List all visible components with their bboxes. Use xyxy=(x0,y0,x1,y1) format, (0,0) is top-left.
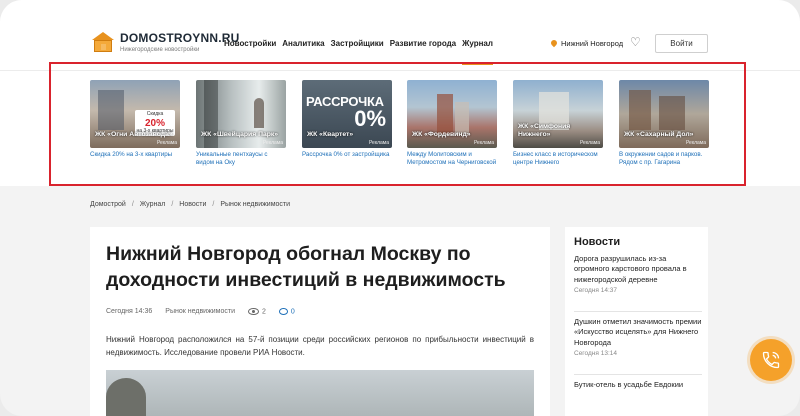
breadcrumb-journal[interactable]: Журнал xyxy=(140,201,166,208)
promo-card-caption[interactable]: Скидка 20% на 3-х квартиры xyxy=(90,151,180,159)
promo-card-image: ЖК «Фордевинд» Реклама xyxy=(407,80,497,148)
nav-item-novostroyki[interactable]: Новостройки xyxy=(224,39,276,48)
promo-card-fordevind[interactable]: ЖК «Фордевинд» Реклама Между Молитовским… xyxy=(407,80,497,168)
phone-icon xyxy=(762,351,780,369)
news-divider xyxy=(574,374,702,375)
breadcrumb: Домострой / Журнал / Новости / Рынок нед… xyxy=(90,201,290,208)
news-sidebar: Новости Дорога разрушилась из-за огромно… xyxy=(565,227,708,416)
comment-icon xyxy=(278,308,288,315)
promo-card-title: ЖК «Фордевинд» xyxy=(412,131,471,139)
promo-card-title: ЖК «Сахарный Дол» xyxy=(624,131,694,139)
call-button[interactable] xyxy=(750,339,792,381)
nav-item-city-development[interactable]: Развитие города xyxy=(390,39,456,48)
site-logo[interactable]: DOMOSTROYNN.RU Нижегородские новостройки xyxy=(92,32,239,53)
breadcrumb-news[interactable]: Новости xyxy=(179,201,206,208)
promo-card-simfoniya-nizhnego[interactable]: ЖК «Симфония Нижнего» Реклама Бизнес кла… xyxy=(513,80,603,168)
promo-card-title: ЖК «Квартет» xyxy=(307,131,354,139)
breadcrumb-current: Рынок недвижимости xyxy=(220,201,291,208)
breadcrumb-separator: / xyxy=(212,201,215,208)
promo-card-caption[interactable]: Между Молитовским и Метромостом на Черни… xyxy=(407,151,497,168)
article-title: Нижний Новгород обогнал Москву по доходн… xyxy=(106,243,506,291)
nav-item-journal[interactable]: Журнал xyxy=(462,39,493,65)
location-pin-icon xyxy=(551,40,557,48)
ad-label: Реклама xyxy=(685,140,706,146)
site-header: DOMOSTROYNN.RU Нижегородские новостройки… xyxy=(0,0,800,70)
promo-card-ogni-avtozavoda[interactable]: Скидка 20% на 3-х квартиры ЖК «Огни Авто… xyxy=(90,80,180,159)
news-item[interactable]: Бутик-отель в усадьбе Евдокии xyxy=(574,380,702,390)
promo-card-caption[interactable]: Бизнес класс в историческом центре Нижне… xyxy=(513,151,603,168)
promo-card-image: Скидка 20% на 3-х квартиры ЖК «Огни Авто… xyxy=(90,80,180,148)
logo-subtitle: Нижегородские новостройки xyxy=(120,47,200,53)
news-item-time: Сегодня 13:14 xyxy=(574,350,617,358)
article-category[interactable]: Рынок недвижимости xyxy=(165,308,235,315)
installment-value: 0% xyxy=(354,106,386,131)
promo-card-kvartet[interactable]: РАССРОЧКА 0% ЖК «Квартет» Реклама Рассро… xyxy=(302,80,392,159)
news-item[interactable]: Дорога разрушилась из-за огромного карст… xyxy=(574,254,702,296)
article-date: Сегодня 14:36 xyxy=(106,308,153,316)
promo-card-title: ЖК «Огни Автозавода» xyxy=(95,131,173,139)
promo-card-image: ЖК «Сахарный Дол» Реклама xyxy=(619,80,709,148)
breadcrumb-separator: / xyxy=(131,201,134,208)
article-image xyxy=(106,370,534,416)
article-lead: Нижний Новгород расположился на 57-й поз… xyxy=(106,335,534,357)
logo-title: DOMOSTROYNN.RU xyxy=(120,31,240,45)
ad-label: Реклама xyxy=(262,140,283,146)
promo-card-caption[interactable]: В окружении садов и парков. Рядом с пр. … xyxy=(619,151,709,168)
promo-card-caption[interactable]: Уникальные пентхаусы с видом на Оку xyxy=(196,151,286,168)
promo-card-image: ЖК «Симфония Нижнего» Реклама xyxy=(513,80,603,148)
breadcrumb-home[interactable]: Домострой xyxy=(90,201,126,208)
promo-card-caption[interactable]: Рассрочка 0% от застройщика xyxy=(302,151,392,159)
promo-card-sakharny-dol[interactable]: ЖК «Сахарный Дол» Реклама В окружении са… xyxy=(619,80,709,168)
article-comments[interactable]: 0 xyxy=(278,308,295,315)
news-heading: Новости xyxy=(574,236,621,248)
ad-label: Реклама xyxy=(156,140,177,146)
breadcrumb-separator: / xyxy=(171,201,174,208)
city-selector[interactable]: Нижний Новгород xyxy=(551,39,623,48)
house-logo-icon xyxy=(92,32,114,52)
page: DOMOSTROYNN.RU Нижегородские новостройки… xyxy=(0,0,800,416)
ad-label: Реклама xyxy=(579,140,600,146)
promo-card-title: ЖК «Швейцария Парк» xyxy=(201,131,279,139)
news-item[interactable]: Душкин отметил значимость премии «Искусс… xyxy=(574,317,702,359)
ad-label: Реклама xyxy=(473,140,494,146)
promo-card-shveytsariya-park[interactable]: ЖК «Швейцария Парк» Реклама Уникальные п… xyxy=(196,80,286,168)
news-item-time: Сегодня 14:37 xyxy=(574,287,617,295)
news-item-title: Бутик-отель в усадьбе Евдокии xyxy=(574,380,684,389)
ad-label: Реклама xyxy=(368,140,389,146)
article: Нижний Новгород обогнал Москву по доходн… xyxy=(90,227,550,416)
news-divider xyxy=(574,311,702,312)
eye-icon xyxy=(248,308,259,315)
promo-card-image: ЖК «Швейцария Парк» Реклама xyxy=(196,80,286,148)
heart-icon[interactable]: ♡ xyxy=(630,36,642,48)
login-button[interactable]: Войти xyxy=(655,34,708,53)
city-name: Нижний Новгород xyxy=(561,39,624,48)
news-item-title: Душкин отметил значимость премии «Искусс… xyxy=(574,317,702,347)
article-meta: Сегодня 14:36 Рынок недвижимости 2 0 xyxy=(106,308,308,315)
promo-card-title: ЖК «Симфония Нижнего» xyxy=(518,123,571,139)
nav-item-developers[interactable]: Застройщики xyxy=(331,39,384,48)
news-item-title: Дорога разрушилась из-за огромного карст… xyxy=(574,254,687,284)
promo-card-image: РАССРОЧКА 0% ЖК «Квартет» Реклама xyxy=(302,80,392,148)
article-views: 2 xyxy=(248,308,266,315)
main-nav: Новостройки Аналитика Застройщики Развит… xyxy=(224,39,499,65)
nav-item-analytics[interactable]: Аналитика xyxy=(282,39,324,48)
